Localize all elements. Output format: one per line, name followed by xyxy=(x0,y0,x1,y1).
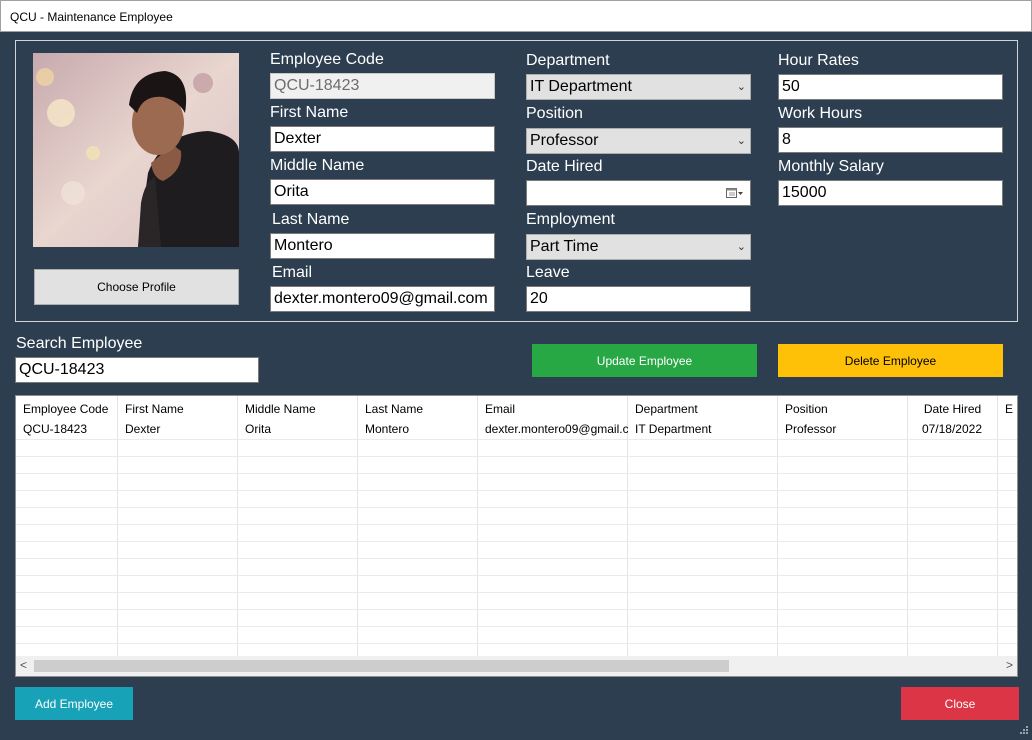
search-input[interactable]: QCU-18423 xyxy=(15,357,259,383)
date-hired-label: Date Hired xyxy=(526,158,603,175)
horizontal-scrollbar[interactable]: < > xyxy=(16,656,1017,676)
cell-employee-code[interactable]: QCU-18423 xyxy=(16,422,118,436)
choose-profile-button[interactable]: Choose Profile xyxy=(34,269,239,305)
grid-line xyxy=(16,592,1017,593)
scrollbar-thumb[interactable] xyxy=(34,660,729,672)
grid-line xyxy=(16,626,1017,627)
profile-photo xyxy=(33,53,239,247)
column-header-last-name[interactable]: Last Name xyxy=(358,396,478,422)
last-name-field[interactable]: Montero xyxy=(270,233,495,259)
cell-department[interactable]: IT Department xyxy=(628,422,778,436)
employee-table[interactable]: Employee Code First Name Middle Name Las… xyxy=(15,395,1018,677)
leave-label: Leave xyxy=(526,264,570,281)
cell-last-name[interactable]: Montero xyxy=(358,422,478,436)
first-name-label: First Name xyxy=(270,104,349,121)
chevron-down-icon: ⌄ xyxy=(736,135,746,147)
grid-line xyxy=(16,541,1017,542)
resize-grip-icon[interactable] xyxy=(1019,722,1029,734)
column-header-date-hired[interactable]: Date Hired xyxy=(908,396,998,422)
leave-field[interactable]: 20 xyxy=(526,286,751,312)
email-field[interactable]: dexter.montero09@gmail.com xyxy=(270,286,495,312)
profile-photo-image xyxy=(33,53,239,247)
grid-line xyxy=(16,490,1017,491)
cell-date-hired[interactable]: 07/18/2022 xyxy=(908,422,998,436)
column-header-employee-code[interactable]: Employee Code xyxy=(16,396,118,422)
grid-line xyxy=(16,575,1017,576)
column-header-employment[interactable]: E xyxy=(998,396,1017,422)
column-header-position[interactable]: Position xyxy=(778,396,908,422)
employment-value: Part Time xyxy=(530,238,599,255)
employment-label: Employment xyxy=(526,211,615,228)
department-select[interactable]: IT Department ⌄ xyxy=(526,74,751,100)
last-name-label: Last Name xyxy=(272,211,350,228)
grid-line xyxy=(16,609,1017,610)
update-employee-button[interactable]: Update Employee xyxy=(532,344,757,377)
scroll-left-icon[interactable]: < xyxy=(20,658,27,672)
grid-line xyxy=(16,558,1017,559)
middle-name-label: Middle Name xyxy=(270,157,365,174)
grid-line xyxy=(16,524,1017,525)
column-header-middle-name[interactable]: Middle Name xyxy=(238,396,358,422)
work-hours-field[interactable]: 8 xyxy=(778,127,1003,153)
chevron-down-icon: ⌄ xyxy=(736,81,746,93)
position-select[interactable]: Professor ⌄ xyxy=(526,128,751,154)
hour-rates-label: Hour Rates xyxy=(778,52,859,69)
grid-line xyxy=(16,439,1017,440)
date-hired-picker[interactable] xyxy=(526,180,751,206)
scroll-right-icon[interactable]: > xyxy=(1006,658,1013,672)
cell-first-name[interactable]: Dexter xyxy=(118,422,238,436)
department-value: IT Department xyxy=(530,78,632,95)
department-label: Department xyxy=(526,52,610,69)
cell-position[interactable]: Professor xyxy=(778,422,908,436)
work-hours-label: Work Hours xyxy=(778,105,863,122)
chevron-down-icon: ⌄ xyxy=(736,241,746,253)
column-header-department[interactable]: Department xyxy=(628,396,778,422)
column-header-email[interactable]: Email xyxy=(478,396,628,422)
middle-name-field[interactable]: Orita xyxy=(270,179,495,205)
close-button[interactable]: Close xyxy=(901,687,1019,720)
employee-code-label: Employee Code xyxy=(270,51,384,68)
position-value: Professor xyxy=(530,132,599,149)
grid-line xyxy=(16,456,1017,457)
position-label: Position xyxy=(526,105,583,122)
window-title: QCU - Maintenance Employee xyxy=(10,10,173,24)
calendar-icon[interactable] xyxy=(726,187,744,202)
employee-code-field[interactable]: QCU-18423 xyxy=(270,73,495,99)
email-label: Email xyxy=(272,264,313,281)
first-name-field[interactable]: Dexter xyxy=(270,126,495,152)
grid-line xyxy=(16,473,1017,474)
monthly-salary-field[interactable]: 15000 xyxy=(778,180,1003,206)
grid-line xyxy=(16,643,1017,644)
hour-rates-field[interactable]: 50 xyxy=(778,74,1003,100)
column-header-first-name[interactable]: First Name xyxy=(118,396,238,422)
search-employee-label: Search Employee xyxy=(16,335,143,352)
title-bar: QCU - Maintenance Employee xyxy=(0,0,1032,32)
employment-select[interactable]: Part Time ⌄ xyxy=(526,234,751,260)
cell-email[interactable]: dexter.montero09@gmail.c... xyxy=(478,422,628,436)
monthly-salary-label: Monthly Salary xyxy=(778,158,884,175)
delete-employee-button[interactable]: Delete Employee xyxy=(778,344,1003,377)
cell-middle-name[interactable]: Orita xyxy=(238,422,358,436)
grid-line xyxy=(16,507,1017,508)
add-employee-button[interactable]: Add Employee xyxy=(15,687,133,720)
